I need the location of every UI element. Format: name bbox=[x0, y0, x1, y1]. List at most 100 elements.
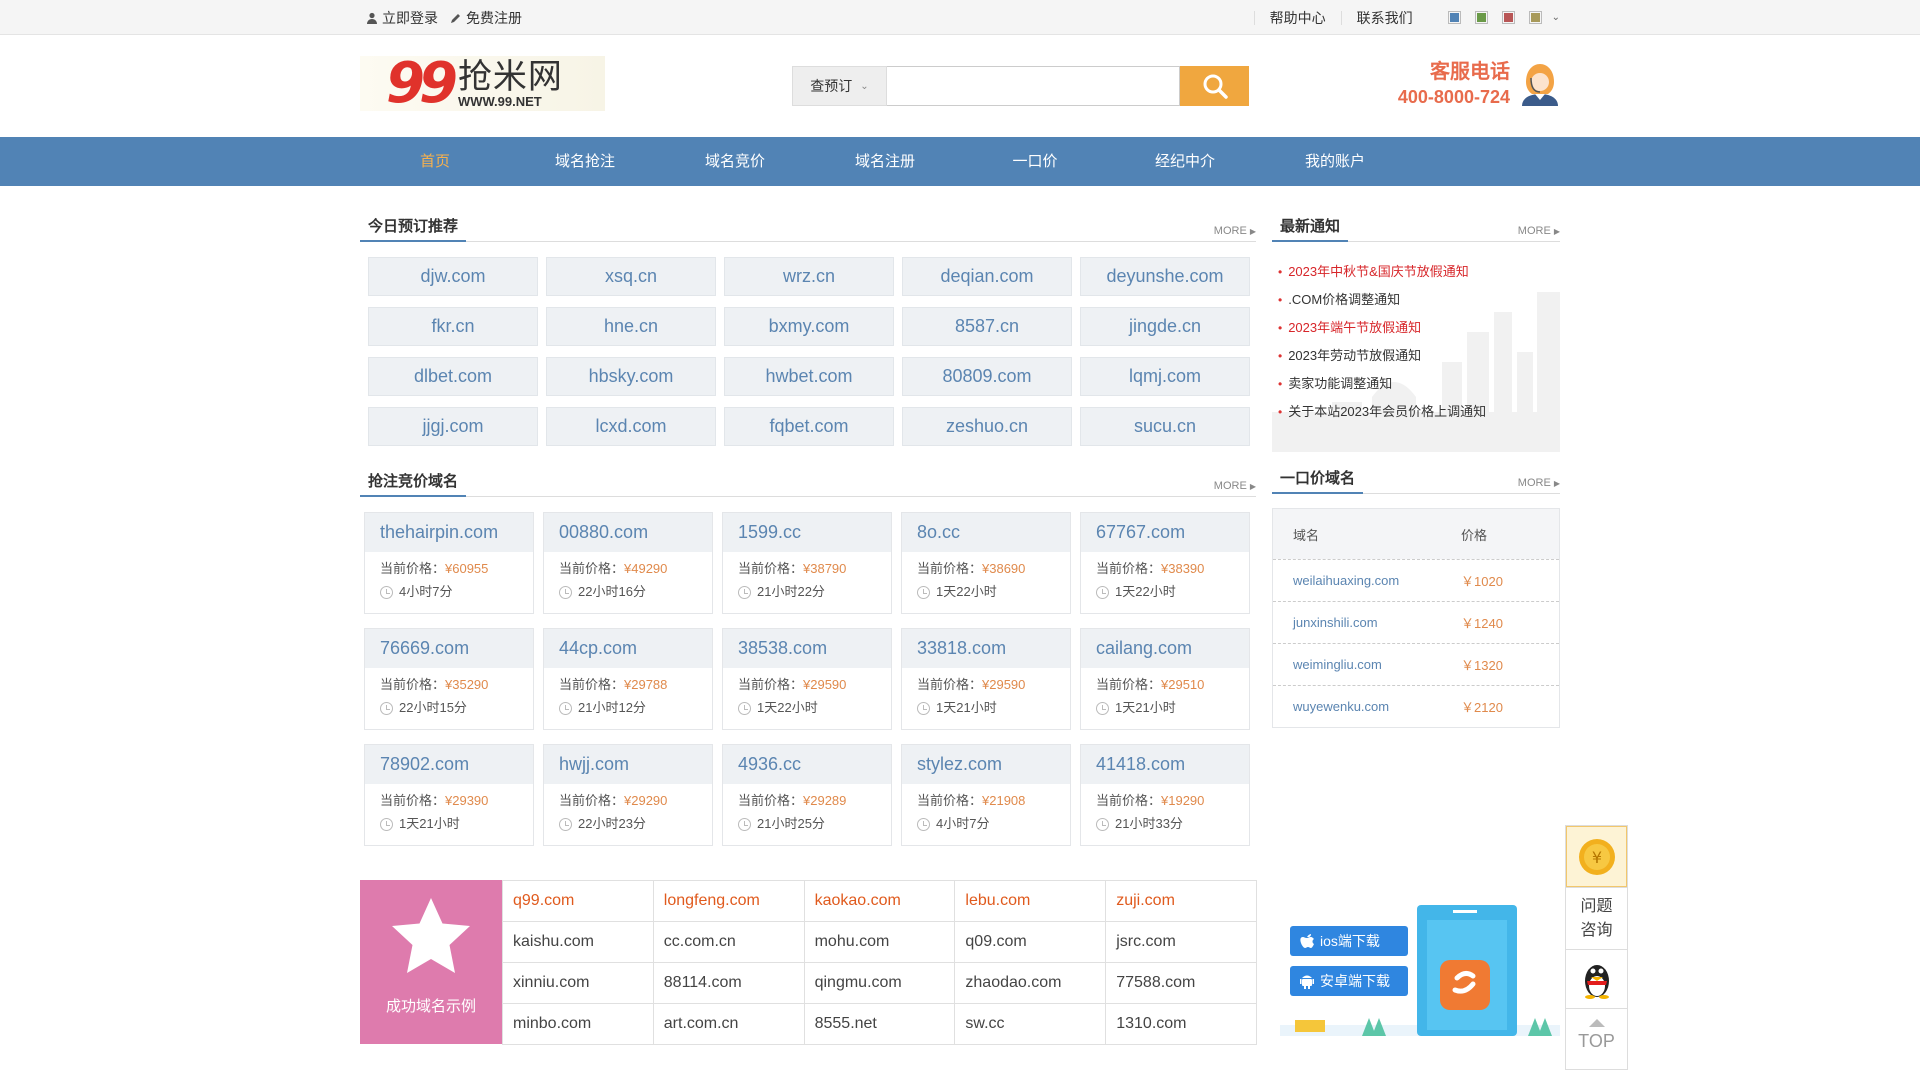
auction-card[interactable]: 38538.com 当前价格：¥29590 1天22小时 bbox=[722, 628, 892, 730]
notice-item[interactable]: .COM价格调整通知 bbox=[1278, 286, 1486, 314]
nav-item-3[interactable]: 域名注册 bbox=[810, 137, 960, 186]
success-domain[interactable]: qingmu.com bbox=[803, 962, 956, 1004]
fixed-price-domain[interactable]: weilaihuaxing.com bbox=[1273, 573, 1461, 588]
auction-domain[interactable]: 41418.com bbox=[1081, 745, 1249, 784]
success-domain[interactable]: art.com.cn bbox=[652, 1003, 805, 1045]
notice-item[interactable]: 关于本站2023年会员价格上调通知 bbox=[1278, 398, 1486, 426]
recommend-domain[interactable]: jingde.cn bbox=[1080, 307, 1250, 346]
fixed-price-domain[interactable]: weimingliu.com bbox=[1273, 657, 1461, 672]
nav-item-0[interactable]: 首页 bbox=[360, 137, 510, 186]
success-domain[interactable]: 8555.net bbox=[803, 1003, 956, 1045]
nav-item-6[interactable]: 我的账户 bbox=[1260, 137, 1410, 186]
question-consult-button[interactable]: 问题 咨询 bbox=[1566, 887, 1627, 949]
success-domain[interactable]: 1310.com bbox=[1105, 1003, 1257, 1045]
success-domain[interactable]: 88114.com bbox=[652, 962, 805, 1004]
auction-domain[interactable]: 76669.com bbox=[365, 629, 533, 668]
register-link[interactable]: 免费注册 bbox=[450, 8, 522, 28]
auction-domain[interactable]: 00880.com bbox=[544, 513, 712, 552]
recommend-domain[interactable]: hwbet.com bbox=[724, 357, 894, 396]
help-center-link[interactable]: 帮助中心 bbox=[1253, 10, 1341, 25]
nav-item-1[interactable]: 域名抢注 bbox=[510, 137, 660, 186]
recommend-domain[interactable]: djw.com bbox=[368, 257, 538, 296]
theme-swatch-green[interactable] bbox=[1474, 11, 1488, 24]
success-domain[interactable]: kaokao.com bbox=[803, 880, 956, 922]
recommend-domain[interactable]: wrz.cn bbox=[724, 257, 894, 296]
recommend-domain[interactable]: sucu.cn bbox=[1080, 407, 1250, 446]
auction-domain[interactable]: 38538.com bbox=[723, 629, 891, 668]
nav-item-5[interactable]: 经纪中介 bbox=[1110, 137, 1260, 186]
auction-card[interactable]: stylez.com 当前价格：¥21908 4小时7分 bbox=[901, 744, 1071, 846]
qq-button[interactable] bbox=[1566, 949, 1627, 1008]
auction-card[interactable]: 78902.com 当前价格：¥29390 1天21小时 bbox=[364, 744, 534, 846]
auction-domain[interactable]: hwjj.com bbox=[544, 745, 712, 784]
ios-download-button[interactable]: ios端下载 bbox=[1290, 926, 1408, 956]
fixed-price-domain[interactable]: wuyewenku.com bbox=[1273, 699, 1461, 714]
login-link[interactable]: 立即登录 bbox=[366, 8, 438, 28]
theme-swatch-blue[interactable] bbox=[1447, 11, 1461, 24]
nav-item-2[interactable]: 域名竞价 bbox=[660, 137, 810, 186]
auction-card[interactable]: 67767.com 当前价格：¥38390 1天22小时 bbox=[1080, 512, 1250, 614]
auction-card[interactable]: 41418.com 当前价格：¥19290 21小时33分 bbox=[1080, 744, 1250, 846]
notice-item[interactable]: 2023年劳动节放假通知 bbox=[1278, 342, 1486, 370]
success-domain[interactable]: q09.com bbox=[954, 921, 1107, 963]
success-domain[interactable]: 77588.com bbox=[1105, 962, 1257, 1004]
recommend-domain[interactable]: fqbet.com bbox=[724, 407, 894, 446]
auction-card[interactable]: thehairpin.com 当前价格：¥60955 4小时7分 bbox=[364, 512, 534, 614]
recharge-button[interactable]: ¥ bbox=[1566, 826, 1627, 887]
contact-link[interactable]: 联系我们 bbox=[1340, 10, 1428, 25]
auction-domain[interactable]: cailang.com bbox=[1081, 629, 1249, 668]
recommend-domain[interactable]: fkr.cn bbox=[368, 307, 538, 346]
auction-domain[interactable]: thehairpin.com bbox=[365, 513, 533, 552]
search-button[interactable] bbox=[1180, 66, 1249, 106]
notice-item[interactable]: 2023年中秋节&国庆节放假通知 bbox=[1278, 258, 1486, 286]
today-more-link[interactable]: MORE ▶ bbox=[1214, 225, 1256, 237]
site-logo[interactable]: 99 抢米网 WWW.99.NET bbox=[360, 56, 605, 112]
success-domain[interactable]: mohu.com bbox=[803, 921, 956, 963]
auction-domain[interactable]: 1599.cc bbox=[723, 513, 891, 552]
nav-item-4[interactable]: 一口价 bbox=[960, 137, 1110, 186]
recommend-domain[interactable]: hbsky.com bbox=[546, 357, 716, 396]
auction-card[interactable]: 1599.cc 当前价格：¥38790 21小时22分 bbox=[722, 512, 892, 614]
success-domain[interactable]: minbo.com bbox=[502, 1003, 654, 1045]
auction-card[interactable]: cailang.com 当前价格：¥29510 1天21小时 bbox=[1080, 628, 1250, 730]
auction-domain[interactable]: 4936.cc bbox=[723, 745, 891, 784]
auction-domain[interactable]: 8o.cc bbox=[902, 513, 1070, 552]
fixed-price-domain[interactable]: junxinshili.com bbox=[1273, 615, 1461, 630]
success-domain[interactable]: cc.com.cn bbox=[652, 921, 805, 963]
success-domain[interactable]: lebu.com bbox=[954, 880, 1107, 922]
theme-swatch-red[interactable] bbox=[1501, 11, 1515, 24]
auction-card[interactable]: 44cp.com 当前价格：¥29788 21小时12分 bbox=[543, 628, 713, 730]
success-domain[interactable]: zhaodao.com bbox=[954, 962, 1107, 1004]
auction-card[interactable]: 76669.com 当前价格：¥35290 22小时15分 bbox=[364, 628, 534, 730]
back-to-top-button[interactable]: TOP bbox=[1566, 1008, 1627, 1069]
auction-card[interactable]: hwjj.com 当前价格：¥29290 22小时23分 bbox=[543, 744, 713, 846]
success-domain[interactable]: q99.com bbox=[502, 880, 654, 922]
auction-card[interactable]: 00880.com 当前价格：¥49290 22小时16分 bbox=[543, 512, 713, 614]
auction-card[interactable]: 4936.cc 当前价格：¥29289 21小时25分 bbox=[722, 744, 892, 846]
success-domain[interactable]: zuji.com bbox=[1105, 880, 1257, 922]
table-row[interactable]: weimingliu.com ￥1320 bbox=[1273, 643, 1559, 685]
notice-item[interactable]: 卖家功能调整通知 bbox=[1278, 370, 1486, 398]
auction-domain[interactable]: stylez.com bbox=[902, 745, 1070, 784]
success-domain[interactable]: kaishu.com bbox=[502, 921, 654, 963]
table-row[interactable]: weilaihuaxing.com ￥1020 bbox=[1273, 559, 1559, 601]
auction-more-link[interactable]: MORE ▶ bbox=[1214, 480, 1256, 492]
auction-card[interactable]: 8o.cc 当前价格：¥38690 1天22小时 bbox=[901, 512, 1071, 614]
success-domain[interactable]: sw.cc bbox=[954, 1003, 1107, 1045]
theme-swatch-olive[interactable] bbox=[1528, 11, 1542, 24]
search-type-select[interactable]: 查预订 ⌄ bbox=[792, 66, 887, 106]
recommend-domain[interactable]: deyunshe.com bbox=[1080, 257, 1250, 296]
recommend-domain[interactable]: zeshuo.cn bbox=[902, 407, 1072, 446]
search-input[interactable] bbox=[887, 66, 1180, 106]
auction-domain[interactable]: 78902.com bbox=[365, 745, 533, 784]
recommend-domain[interactable]: dlbet.com bbox=[368, 357, 538, 396]
auction-domain[interactable]: 44cp.com bbox=[544, 629, 712, 668]
android-download-button[interactable]: 安卓端下载 bbox=[1290, 966, 1408, 996]
recommend-domain[interactable]: bxmy.com bbox=[724, 307, 894, 346]
fixed-price-more-link[interactable]: MORE ▶ bbox=[1518, 477, 1560, 489]
chevron-down-icon[interactable]: ⌄ bbox=[1552, 12, 1560, 23]
recommend-domain[interactable]: lqmj.com bbox=[1080, 357, 1250, 396]
success-domain[interactable]: longfeng.com bbox=[652, 880, 805, 922]
recommend-domain[interactable]: deqian.com bbox=[902, 257, 1072, 296]
success-domain[interactable]: jsrc.com bbox=[1105, 921, 1257, 963]
